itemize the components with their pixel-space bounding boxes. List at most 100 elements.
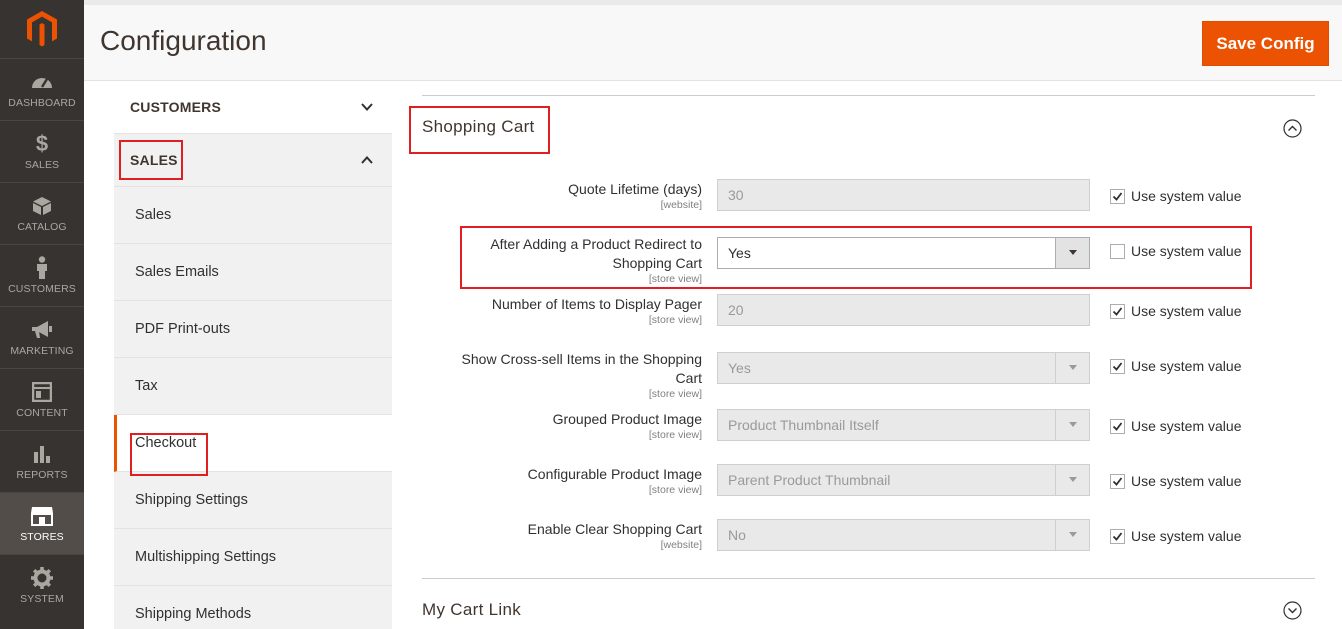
scope-label: [store view]	[648, 484, 702, 496]
menu-customers[interactable]: CUSTOMERS	[0, 244, 84, 306]
field-label: Enable Clear Shopping Cart [website]	[528, 520, 702, 551]
dropdown-arrow-icon[interactable]	[1055, 410, 1089, 440]
use-system-label: Use system value	[1131, 303, 1242, 319]
configurable-product-image-select[interactable]: Parent Product Thumbnail	[717, 464, 1090, 496]
annotation-box-checkout	[130, 433, 208, 476]
menu-catalog[interactable]: CATALOG	[0, 182, 84, 244]
layout-icon	[30, 380, 54, 404]
collapse-up-icon[interactable]	[1283, 119, 1302, 138]
bar-chart-icon	[30, 442, 54, 466]
field-label-text: Configurable Product Image	[527, 466, 702, 482]
scope-label: [store view]	[648, 314, 702, 326]
menu-content[interactable]: CONTENT	[0, 368, 84, 430]
cross-sell-select[interactable]: Yes	[717, 352, 1090, 384]
checked-icon	[1110, 528, 1125, 544]
field-value: 20	[728, 302, 744, 318]
use-system-value-checkbox[interactable]: Use system value	[1110, 188, 1241, 204]
quote-lifetime-input[interactable]: 30	[717, 179, 1090, 211]
menu-dashboard-label: DASHBOARD	[8, 97, 76, 109]
field-label: Configurable Product Image [store view]	[528, 465, 702, 496]
checked-icon	[1110, 418, 1125, 434]
use-system-value-checkbox[interactable]: Use system value	[1110, 528, 1241, 544]
save-config-button[interactable]: Save Config	[1202, 21, 1329, 66]
tab-tax[interactable]: Tax	[114, 358, 392, 415]
field-value: Product Thumbnail Itself	[728, 417, 879, 433]
checked-icon	[1110, 473, 1125, 489]
field-label: Show Cross-sell Items in the Shopping Ca…	[462, 350, 702, 400]
annotation-box-redirect-row	[460, 226, 1252, 289]
clear-cart-select[interactable]: No	[717, 519, 1090, 551]
chevron-up-icon	[361, 156, 373, 164]
menu-reports[interactable]: REPORTS	[0, 430, 84, 492]
use-system-value-checkbox[interactable]: Use system value	[1110, 473, 1241, 489]
field-label-text: Grouped Product Image	[552, 411, 702, 427]
megaphone-icon	[30, 318, 54, 342]
tab-pdf-printouts[interactable]: PDF Print-outs	[114, 301, 392, 358]
magento-logo-icon	[27, 11, 57, 47]
menu-content-label: CONTENT	[16, 407, 68, 419]
field-label: Grouped Product Image [store view]	[553, 410, 702, 441]
dropdown-arrow-icon[interactable]	[1055, 353, 1089, 383]
field-value: Parent Product Thumbnail	[728, 472, 891, 488]
tab-group-customers[interactable]: CUSTOMERS	[114, 81, 392, 134]
field-label-text: Cart	[675, 370, 702, 386]
tab-sales-emails[interactable]: Sales Emails	[114, 244, 392, 301]
sales-tab-items: Sales Sales Emails PDF Print-outs Tax Ch…	[114, 187, 392, 629]
section-divider	[422, 95, 1315, 96]
use-system-value-checkbox[interactable]: Use system value	[1110, 418, 1241, 434]
field-label-text: Number of Items to Display Pager	[491, 296, 702, 312]
items-pager-input[interactable]: 20	[717, 294, 1090, 326]
tab-group-customers-label: CUSTOMERS	[130, 99, 221, 115]
field-value: Yes	[728, 360, 751, 376]
menu-dashboard[interactable]: DASHBOARD	[0, 58, 84, 120]
page-title: Configuration	[100, 25, 267, 56]
cube-icon	[30, 194, 54, 218]
menu-marketing[interactable]: MARKETING	[0, 306, 84, 368]
grouped-product-image-select[interactable]: Product Thumbnail Itself	[717, 409, 1090, 441]
use-system-value-checkbox[interactable]: Use system value	[1110, 303, 1241, 319]
field-label-text: Show Cross-sell Items in the Shopping	[461, 351, 702, 367]
menu-catalog-label: CATALOG	[17, 221, 67, 233]
field-label: Number of Items to Display Pager [store …	[492, 295, 702, 326]
menu-customers-label: CUSTOMERS	[8, 283, 76, 295]
annotation-box-shopping-cart	[409, 106, 550, 154]
field-value: No	[728, 527, 746, 543]
use-system-label: Use system value	[1131, 528, 1242, 544]
menu-sales[interactable]: $ SALES	[0, 120, 84, 182]
gear-icon	[30, 566, 54, 590]
dropdown-arrow-icon[interactable]	[1055, 520, 1089, 550]
use-system-label: Use system value	[1131, 418, 1242, 434]
section-title-my-cart-link[interactable]: My Cart Link	[422, 600, 521, 620]
annotation-box-sales	[119, 140, 183, 180]
menu-system[interactable]: SYSTEM	[0, 554, 84, 616]
chevron-down-icon	[361, 103, 373, 111]
scope-label: [website]	[660, 199, 702, 211]
store-icon	[30, 504, 54, 528]
menu-stores[interactable]: STORES	[0, 492, 84, 554]
tab-multishipping-settings[interactable]: Multishipping Settings	[114, 529, 392, 586]
menu-reports-label: REPORTS	[16, 469, 68, 481]
checked-icon	[1110, 188, 1125, 204]
field-label-text: Enable Clear Shopping Cart	[527, 521, 702, 537]
tab-shipping-settings[interactable]: Shipping Settings	[114, 472, 392, 529]
tab-shipping-methods[interactable]: Shipping Methods	[114, 586, 392, 629]
menu-stores-label: STORES	[20, 531, 64, 543]
field-value: 30	[728, 187, 744, 203]
scope-label: [store view]	[648, 429, 702, 441]
page-header: Configuration Save Config	[84, 0, 1342, 81]
field-label: Quote Lifetime (days) [website]	[568, 180, 702, 211]
use-system-label: Use system value	[1131, 358, 1242, 374]
admin-menu: DASHBOARD $ SALES CATALOG CUSTOMERS MARK…	[0, 0, 84, 629]
use-system-label: Use system value	[1131, 188, 1242, 204]
dollar-icon: $	[35, 131, 49, 156]
person-icon	[30, 256, 54, 280]
scope-label: [website]	[660, 539, 702, 551]
menu-sales-label: SALES	[24, 159, 60, 171]
menu-marketing-label: MARKETING	[10, 345, 74, 357]
magento-logo[interactable]	[0, 0, 84, 58]
dropdown-arrow-icon[interactable]	[1055, 465, 1089, 495]
use-system-value-checkbox[interactable]: Use system value	[1110, 358, 1241, 374]
expand-down-icon[interactable]	[1283, 601, 1302, 620]
tab-sales[interactable]: Sales	[114, 187, 392, 244]
use-system-label: Use system value	[1131, 473, 1242, 489]
